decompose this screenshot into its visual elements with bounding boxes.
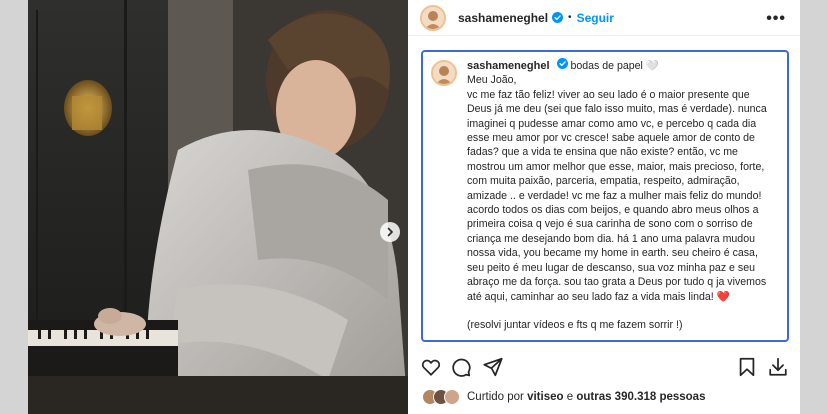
paper-plane-icon[interactable] bbox=[482, 356, 504, 378]
post-side-panel: sashameneghel • Seguir ••• sashameneghel… bbox=[408, 0, 800, 414]
caption-username[interactable]: sashameneghel bbox=[467, 60, 550, 72]
avatar-image bbox=[422, 6, 444, 29]
post-header: sashameneghel • Seguir ••• bbox=[408, 0, 800, 36]
avatar[interactable] bbox=[444, 389, 460, 405]
photo-illustration bbox=[28, 0, 408, 414]
caption-avatar[interactable] bbox=[431, 60, 457, 86]
heart-icon[interactable] bbox=[420, 356, 442, 378]
verified-badge-icon bbox=[556, 58, 568, 69]
chevron-right-icon bbox=[387, 227, 394, 237]
more-options-button[interactable]: ••• bbox=[766, 10, 786, 28]
caption-scroll-area[interactable]: sashameneghel bodas de papel 🤍 Meu João,… bbox=[421, 50, 789, 342]
liked-by-user-link[interactable]: vitiseo bbox=[527, 391, 563, 403]
separator-dot: • bbox=[568, 12, 572, 23]
liked-by-text: Curtido por vitiseo e outras 390.318 pes… bbox=[467, 391, 705, 403]
bookmark-icon[interactable] bbox=[736, 356, 758, 378]
post-media-photo[interactable] bbox=[28, 0, 408, 414]
liked-by-row: Curtido por vitiseo e outras 390.318 pes… bbox=[422, 388, 705, 406]
follow-button[interactable]: Seguir bbox=[577, 11, 614, 25]
caption-first-line: bodas de papel 🤍 bbox=[570, 60, 660, 72]
download-icon[interactable] bbox=[767, 356, 789, 378]
liked-by-others-link[interactable]: outras 390.318 pessoas bbox=[576, 391, 705, 403]
comment-icon[interactable] bbox=[450, 356, 472, 378]
instagram-post-frame: sashameneghel • Seguir ••• sashameneghel… bbox=[0, 0, 828, 414]
avatar-image bbox=[433, 62, 455, 84]
left-gutter bbox=[0, 0, 28, 414]
liked-by-connector: e bbox=[566, 391, 574, 403]
caption-body: sashameneghel bodas de papel 🤍 Meu João,… bbox=[467, 58, 773, 332]
liked-by-prefix: Curtido por bbox=[467, 391, 524, 403]
verified-badge-icon bbox=[552, 12, 564, 23]
caption-row: sashameneghel bodas de papel 🤍 Meu João,… bbox=[431, 58, 779, 332]
post-actions-bar bbox=[408, 352, 800, 382]
caption-extra-line: (resolvi juntar vídeos e fts q me fazem … bbox=[467, 318, 683, 331]
caption-text: Meu João, vc me faz tão feliz! viver ao … bbox=[467, 74, 767, 303]
right-gutter bbox=[800, 0, 828, 414]
carousel-next-button[interactable] bbox=[380, 222, 400, 242]
avatar[interactable] bbox=[420, 4, 446, 31]
post-author-username[interactable]: sashameneghel bbox=[458, 11, 548, 25]
